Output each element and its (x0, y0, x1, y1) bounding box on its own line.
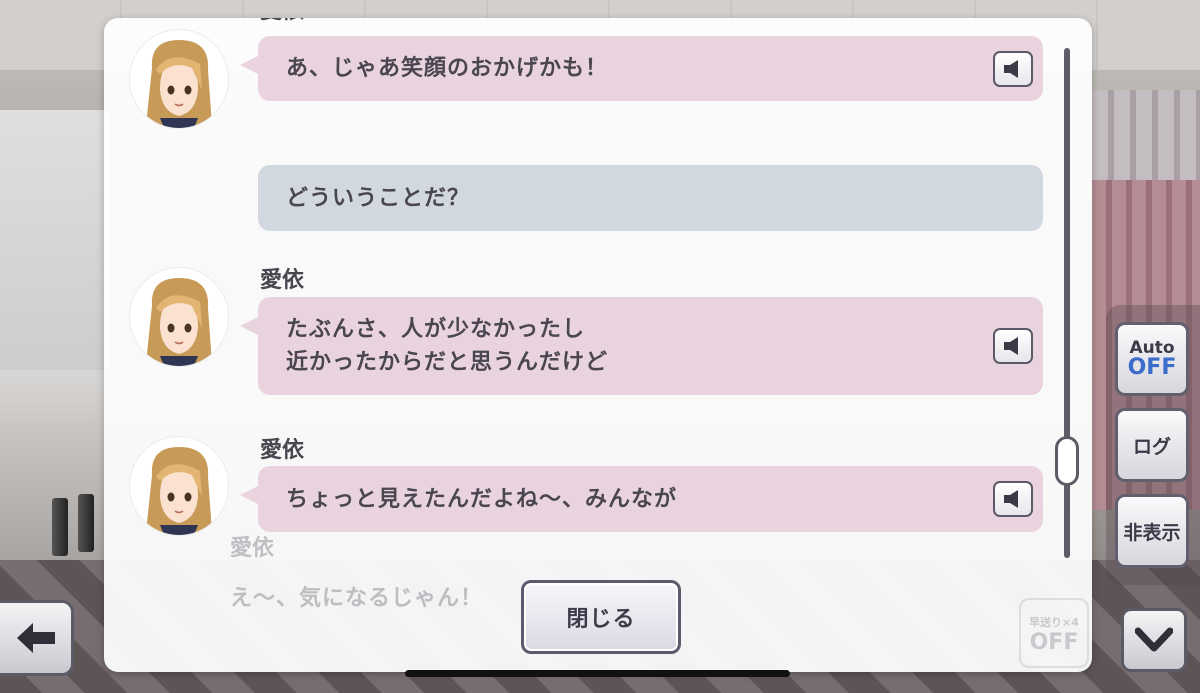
character-face-icon (146, 278, 212, 366)
close-button[interactable]: 閉じる (521, 580, 681, 654)
speaker-icon (1004, 490, 1018, 508)
avatar (130, 30, 228, 128)
log-entry: 愛依 たぶんさ、人が少なかったし 近かったからだと思うんだけど (104, 260, 1064, 400)
log-label: ログ (1132, 435, 1171, 458)
log-modal: 愛依 え〜、気になるじゃん！ 早送り×4 OFF 愛依 あ、じゃあ笑 (104, 18, 1092, 672)
character-face-icon (146, 40, 212, 128)
avatar (130, 437, 228, 535)
message-bubble: たぶんさ、人が少なかったし 近かったからだと思うんだけど (240, 297, 1043, 395)
back-button[interactable] (0, 600, 74, 676)
voice-play-button[interactable] (993, 328, 1033, 364)
voice-play-button[interactable] (993, 481, 1033, 517)
background-window (0, 110, 110, 370)
home-indicator[interactable] (405, 670, 790, 677)
message-bubble: どういうことだ？ (258, 165, 1043, 231)
hide-label: 非表示 (1123, 521, 1181, 544)
speaker-icon (1004, 59, 1018, 78)
background-object (78, 494, 94, 552)
speaker-name: 愛依 (260, 18, 304, 25)
auto-button[interactable]: Auto OFF (1115, 322, 1189, 396)
auto-state: OFF (1127, 355, 1177, 380)
chevron-down-icon (1135, 627, 1173, 652)
message-bubble: あ、じゃあ笑顔のおかげかも！ (240, 36, 1043, 101)
avatar (130, 268, 228, 366)
arrow-left-icon (16, 623, 55, 653)
message-bubble: ちょっと見えたんだよね〜、みんなが (240, 466, 1043, 532)
speaker-icon (1004, 337, 1018, 355)
fast-forward-indicator: 早送り×4 OFF (1019, 598, 1089, 668)
message-text: たぶんさ、人が少なかったし (286, 317, 586, 342)
speaker-name: 愛依 (260, 268, 305, 293)
log-entry: どういうことだ？ (104, 165, 1064, 231)
message-text: ちょっと見えたんだよね〜、みんなが (286, 486, 678, 512)
speaker-name: 愛依 (260, 438, 305, 463)
hide-button[interactable]: 非表示 (1115, 494, 1189, 568)
voice-play-button[interactable] (993, 50, 1033, 87)
close-label: 閉じる (566, 607, 636, 632)
fast-forward-label: 早送り×4 (1029, 616, 1079, 629)
log-entry: 愛依 あ、じゃあ笑顔のおかげかも！ (104, 18, 1064, 133)
log-entry: 愛依 ちょっと見えたんだよね〜、みんなが (104, 429, 1064, 559)
scrollbar-thumb[interactable] (1055, 436, 1079, 486)
message-text: 近かったからだと思うんだけど (286, 350, 609, 375)
message-text: どういうことだ？ (286, 185, 471, 211)
fast-forward-state: OFF (1029, 630, 1079, 655)
background-object (52, 498, 68, 556)
down-button[interactable] (1121, 608, 1187, 672)
background-message-text: え〜、気になるじゃん！ (230, 586, 484, 611)
log-button[interactable]: ログ (1115, 408, 1189, 482)
background-wall (1092, 90, 1200, 180)
log-list[interactable]: 愛依 あ、じゃあ笑顔のおかげかも！ どういうことだ？ (104, 18, 1064, 563)
character-face-icon (146, 447, 212, 535)
message-text: あ、じゃあ笑顔のおかげかも！ (286, 56, 609, 81)
